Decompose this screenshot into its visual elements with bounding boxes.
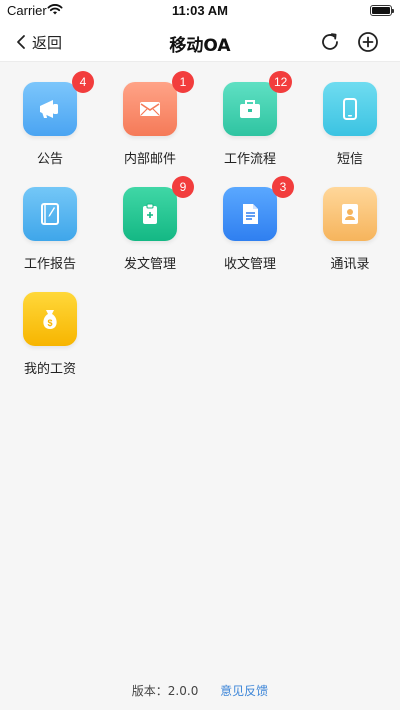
clipboard-icon	[143, 203, 157, 224]
app-label: 内部邮件	[123, 152, 176, 167]
announcement-tile	[23, 82, 77, 136]
status-bar: Carrier 11:03 AM	[0, 0, 400, 22]
app-label: 短信	[336, 152, 363, 167]
sms-tile	[323, 82, 377, 136]
incoming-docs-tile	[223, 187, 277, 241]
salary-tile: $	[23, 292, 77, 346]
badge-count: 1	[172, 71, 194, 93]
badge-count: 12	[269, 71, 293, 93]
app-my-salary[interactable]: $ 我的工资	[0, 272, 100, 377]
app-label: 收文管理	[223, 257, 276, 272]
back-button[interactable]: 返回	[14, 31, 62, 53]
envelope-icon	[140, 102, 160, 116]
phone-icon	[343, 98, 357, 120]
nav-bar: 返回 移动OA	[0, 22, 400, 62]
document-icon	[243, 204, 258, 224]
contacts-tile	[323, 187, 377, 241]
mail-tile	[123, 82, 177, 136]
chevron-left-icon	[17, 35, 25, 49]
report-tile	[23, 187, 77, 241]
feedback-link[interactable]: 意见反馈	[220, 684, 268, 698]
outgoing-docs-tile	[123, 187, 177, 241]
app-label: 发文管理	[123, 257, 176, 272]
badge-count: 3	[272, 176, 294, 198]
app-work-report[interactable]: 工作报告	[0, 167, 100, 272]
add-circle-icon[interactable]	[356, 30, 380, 54]
app-internal-mail[interactable]: 1 内部邮件	[100, 62, 200, 167]
footer: 版本：2.0.0 意见反馈	[0, 682, 400, 699]
briefcase-icon	[240, 100, 260, 118]
refresh-icon[interactable]	[318, 30, 342, 54]
app-label: 工作报告	[23, 257, 76, 272]
app-label: 公告	[36, 152, 63, 167]
app-label: 通讯录	[330, 257, 370, 272]
app-incoming-docs[interactable]: 3 收文管理	[200, 167, 300, 272]
money-bag-icon: $	[43, 310, 57, 329]
badge-count: 9	[172, 176, 194, 198]
app-announcement[interactable]: 4 公告	[0, 62, 100, 167]
app-label: 我的工资	[23, 362, 76, 377]
app-contacts[interactable]: 通讯录	[300, 167, 400, 272]
app-label: 工作流程	[223, 152, 276, 167]
app-workflow[interactable]: 12 工作流程	[200, 62, 300, 167]
workflow-tile	[223, 82, 277, 136]
badge-count: 4	[72, 71, 94, 93]
app-outgoing-docs[interactable]: 9 发文管理	[100, 167, 200, 272]
megaphone-icon	[40, 100, 58, 118]
battery-icon	[370, 5, 394, 16]
clock: 11:03 AM	[172, 3, 228, 18]
back-label: 返回	[32, 33, 63, 52]
address-book-icon	[342, 204, 358, 224]
svg-text:$: $	[47, 318, 52, 328]
version-label: 版本：2.0.0	[131, 684, 199, 698]
notebook-pen-icon	[41, 203, 59, 225]
app-sms[interactable]: 短信	[300, 62, 400, 167]
